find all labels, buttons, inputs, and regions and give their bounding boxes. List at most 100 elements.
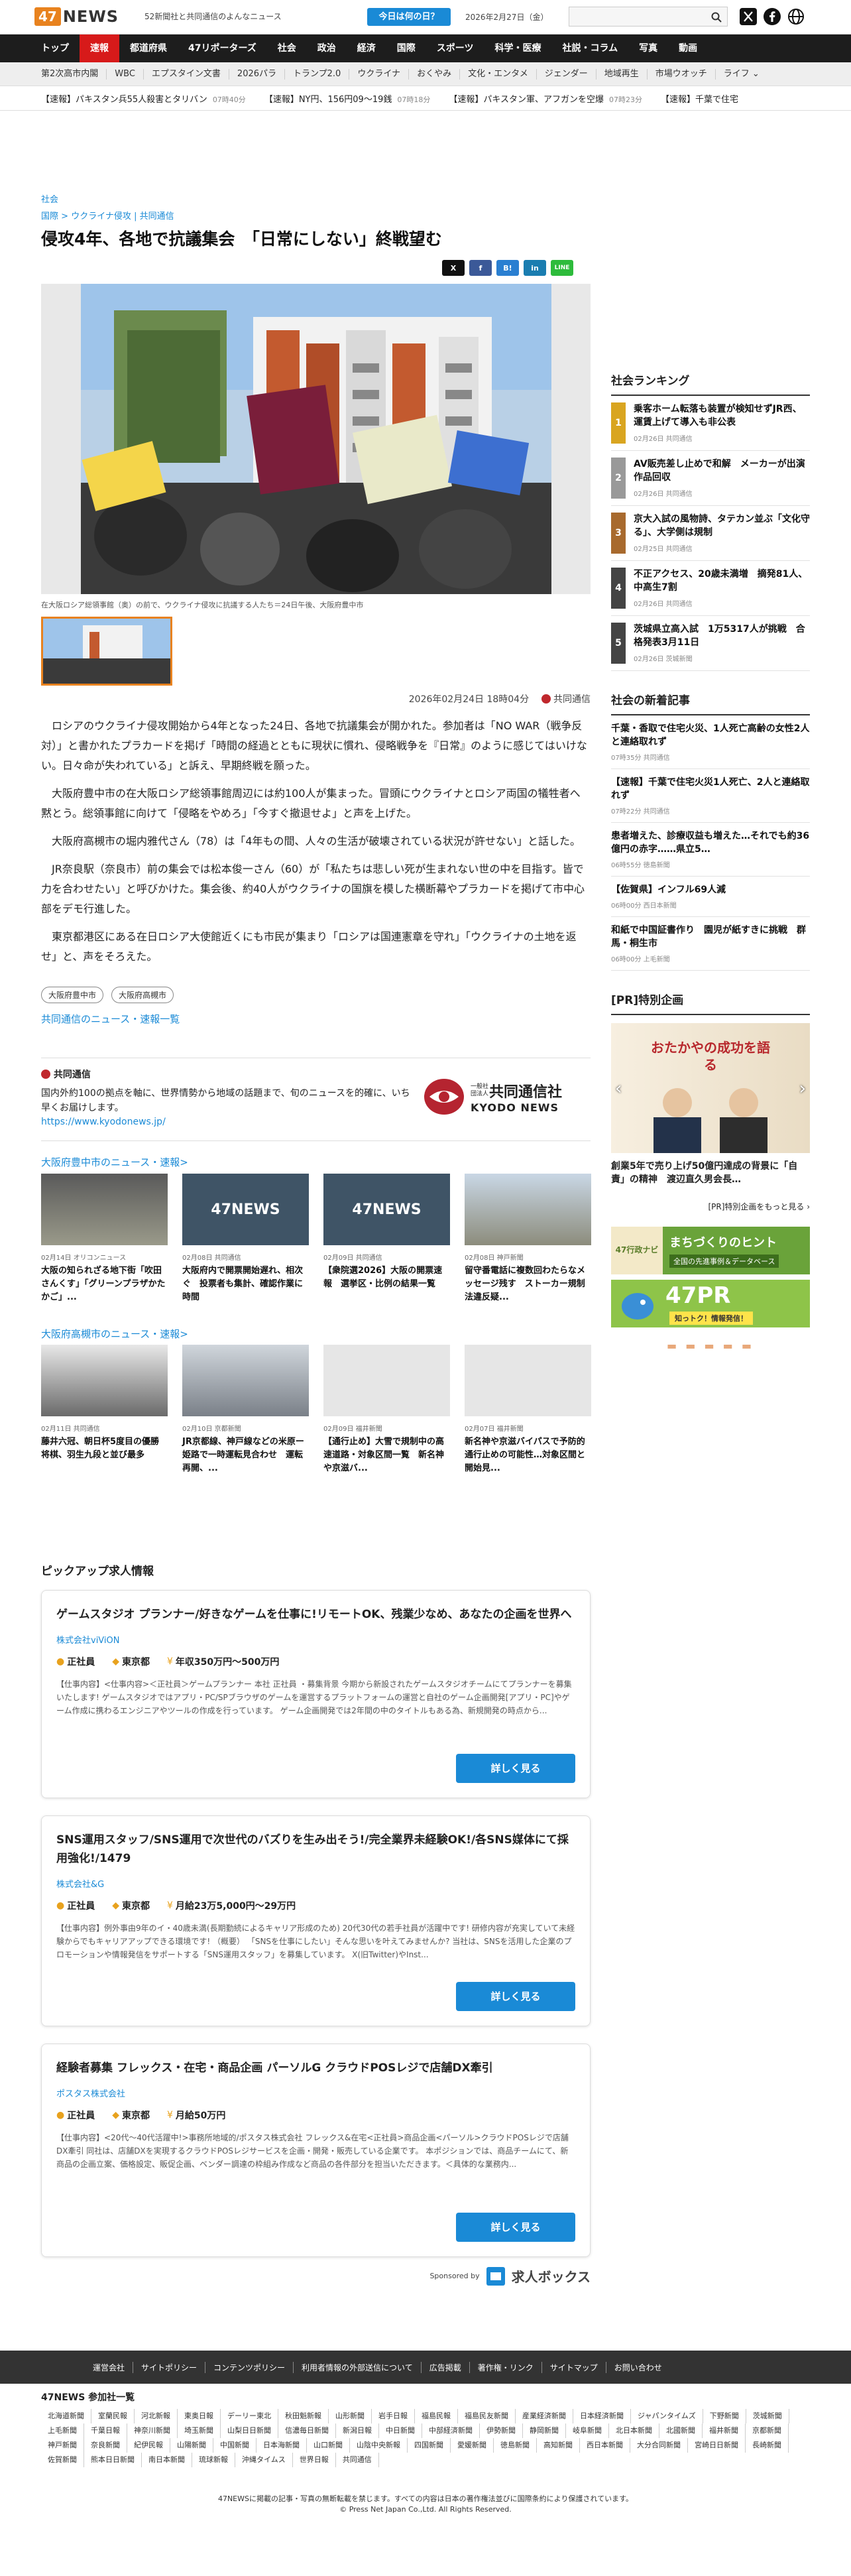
topic-link[interactable]: ジェンダー: [537, 68, 596, 80]
partner-link[interactable]: 伊勢新聞: [480, 2423, 523, 2438]
topic-link[interactable]: WBC: [107, 68, 144, 80]
partner-link[interactable]: 中国新聞: [213, 2438, 256, 2453]
partner-link[interactable]: 山梨日日新聞: [221, 2423, 278, 2438]
news-card[interactable]: 02月08日 神戸新聞 留守番電話に複数回わたらなメッセージ残す ストーカー規制…: [465, 1174, 591, 1304]
ad-banner-47pr[interactable]: 47PR 知っトク！情報発信！: [611, 1280, 810, 1327]
partner-link[interactable]: 中部経済新聞: [422, 2423, 480, 2438]
partner-link[interactable]: 埼玉新聞: [178, 2423, 221, 2438]
partner-link[interactable]: 新潟日報: [336, 2423, 379, 2438]
share-x-button[interactable]: X: [442, 260, 465, 276]
partner-link[interactable]: 岩手日報: [372, 2409, 415, 2423]
partner-link[interactable]: 京都新聞: [746, 2423, 789, 2438]
new-article[interactable]: 【速報】千葉で住宅火災1人死亡、2人と連絡取れず 07時22分 共同通信: [611, 769, 810, 823]
new-article[interactable]: 患者増えた、診療収益も増えた…それでも約36億円の赤字……県立5… 06時55分 …: [611, 823, 810, 877]
news-card[interactable]: 02月11日 共同通信 藤井六冠、朝日杯5度目の優勝 将棋、羽生九段と並び最多: [41, 1345, 168, 1475]
carousel-next-icon[interactable]: ›: [799, 1079, 806, 1099]
topic-link[interactable]: 第2次高市内閣: [34, 68, 107, 80]
x-icon[interactable]: [738, 7, 758, 27]
partner-link[interactable]: デーリー東北: [221, 2409, 278, 2423]
partner-link[interactable]: 世界日報: [293, 2453, 336, 2467]
ticker-item[interactable]: 【速報】パキスタン軍、アフガンを空爆 07時23分: [449, 92, 642, 105]
topic-link[interactable]: おくやみ: [409, 68, 461, 80]
news-card[interactable]: 02月14日 オリコンニュース 大阪の知られざる地下街「吹田さんくす」「グリーン…: [41, 1174, 168, 1304]
footer-link[interactable]: サイトマップ: [542, 2361, 606, 2373]
partner-link[interactable]: 共同通信: [336, 2453, 379, 2467]
facebook-icon[interactable]: [762, 7, 782, 27]
share-facebook-button[interactable]: f: [469, 260, 492, 276]
news-card[interactable]: 02月10日 京都新聞 JR京都線、神戸線などの米原ー姫路で一時運転見合わせ 運…: [182, 1345, 309, 1475]
share-line-button[interactable]: LINE: [551, 260, 573, 276]
pr-banner[interactable]: おたかやの成功を語る ‹ ›: [611, 1023, 810, 1153]
footer-link[interactable]: 利用者情報の外部送信について: [294, 2361, 422, 2373]
site-logo[interactable]: 47 NEWS: [34, 5, 119, 28]
partner-link[interactable]: 下野新聞: [703, 2409, 746, 2423]
footer-link[interactable]: 広告掲載: [422, 2361, 470, 2373]
globe-icon[interactable]: [786, 7, 806, 27]
ranking-item[interactable]: 5 茨城県立高入試 1万5317人が挑戦 合格発表3月11日 02月26日 茨城新…: [611, 616, 810, 671]
ranking-item[interactable]: 2 AV販売差し止めで和解 メーカーが出演作品回収 02月26日 共同通信: [611, 451, 810, 506]
breadcrumb-item[interactable]: ウクライナ侵攻: [71, 212, 131, 221]
partner-link[interactable]: 沖縄タイムス: [235, 2453, 293, 2467]
footer-link[interactable]: 運営会社: [85, 2361, 134, 2373]
nav-breaking[interactable]: 速報: [80, 34, 119, 62]
partner-link[interactable]: 山陽新聞: [170, 2438, 213, 2453]
partner-link[interactable]: 大分合同新聞: [630, 2438, 688, 2453]
hero-photo[interactable]: [41, 284, 591, 594]
topic-link[interactable]: 2026パラ: [229, 68, 286, 80]
toyonaka-section-title[interactable]: 大阪府豊中市のニュース・速報>: [41, 1155, 188, 1169]
partner-link[interactable]: 東奥日報: [178, 2409, 221, 2423]
nav-sports[interactable]: スポーツ: [426, 34, 484, 62]
partner-link[interactable]: 徳島新聞: [494, 2438, 537, 2453]
nav-photo[interactable]: 写真: [628, 34, 668, 62]
search-icon[interactable]: [711, 12, 722, 23]
job-detail-button[interactable]: 詳しく見る: [456, 1982, 575, 2011]
topic-link[interactable]: ライフ ⌄: [716, 69, 767, 80]
nav-video[interactable]: 動画: [668, 34, 708, 62]
partner-link[interactable]: 北海道新聞: [41, 2409, 91, 2423]
takatsuki-section-title[interactable]: 大阪府高槻市のニュース・速報>: [41, 1327, 188, 1341]
share-linkedin-button[interactable]: in: [524, 260, 546, 276]
article-category[interactable]: 社会: [41, 192, 591, 205]
partner-link[interactable]: 福島民友新聞: [458, 2409, 516, 2423]
partner-link[interactable]: 河北新報: [135, 2409, 178, 2423]
carousel-prev-icon[interactable]: ‹: [615, 1079, 622, 1099]
partner-link[interactable]: 千葉日報: [84, 2423, 127, 2438]
partner-link[interactable]: 岐阜新聞: [566, 2423, 609, 2438]
job-card[interactable]: 経験者募集 フレックス・在宅・商品企画 パーソルG クラウドPOSレジで店舗DX…: [41, 2044, 591, 2257]
search-input[interactable]: [569, 7, 728, 27]
partner-link[interactable]: 秋田魁新報: [278, 2409, 329, 2423]
tag-link[interactable]: 大阪府豊中市: [41, 987, 104, 1003]
tag-link[interactable]: 大阪府高槻市: [111, 987, 174, 1003]
topic-link[interactable]: 地域再生: [596, 68, 648, 80]
nav-economy[interactable]: 経済: [347, 34, 386, 62]
topic-link[interactable]: エプスタイン文書: [144, 68, 229, 80]
sponsor-name[interactable]: 求人ボックス: [512, 2266, 591, 2286]
kyodo-news-list-link[interactable]: 共同通信のニュース・速報一覧: [41, 1012, 180, 1026]
nav-society[interactable]: 社会: [267, 34, 307, 62]
nav-editorial[interactable]: 社説・コラム: [552, 34, 629, 62]
partner-link[interactable]: 宮崎日日新聞: [688, 2438, 746, 2453]
new-article[interactable]: 【佐賀県】インフル69人減 06時00分 西日本新聞: [611, 877, 810, 917]
partner-link[interactable]: 日本海新聞: [256, 2438, 307, 2453]
footer-link[interactable]: コンテンツポリシー: [205, 2361, 294, 2373]
ticker-item[interactable]: 【速報】NY円、156円09～19銭 07時18分: [264, 92, 431, 105]
news-card[interactable]: 47 NEWS 02月08日 共同通信 大阪府内で開票開始遅れ、相次ぐ 投票者も集…: [182, 1174, 309, 1304]
partner-link[interactable]: 紀伊民報: [127, 2438, 170, 2453]
publish-source[interactable]: 共同通信: [553, 694, 591, 705]
partner-link[interactable]: 琉球新報: [192, 2453, 235, 2467]
today-button[interactable]: 今日は何の日？: [367, 8, 451, 26]
job-card[interactable]: ゲームスタジオ プランナー/好きなゲームを仕事に!リモートOK、残業少なめ、あな…: [41, 1590, 591, 1798]
ticker-item[interactable]: 【速報】千葉で住宅: [661, 92, 738, 105]
ad-banner-machizukuri[interactable]: 47行政ナビ まちづくりのヒント 全国の先進事例＆データベース: [611, 1227, 810, 1274]
partner-link[interactable]: 神戸新聞: [41, 2438, 84, 2453]
pr-caption[interactable]: 創業5年で売り上げ50億円達成の背景に「自責」の精神 渡辺直久男会長…: [611, 1160, 810, 1186]
partner-link[interactable]: 室蘭民報: [91, 2409, 135, 2423]
partner-link[interactable]: 熊本日日新聞: [84, 2453, 142, 2467]
news-card[interactable]: 02月07日 福井新聞 新名神や京滋バイパスで予防的通行止めの可能性…対象区間と…: [465, 1345, 591, 1475]
partner-link[interactable]: 福島民報: [415, 2409, 458, 2423]
partner-link[interactable]: 北日本新聞: [609, 2423, 659, 2438]
partner-link[interactable]: 日本経済新聞: [573, 2409, 631, 2423]
partner-link[interactable]: 信濃毎日新聞: [278, 2423, 336, 2438]
partner-link[interactable]: ジャパンタイムズ: [631, 2409, 703, 2423]
partner-link[interactable]: 佐賀新聞: [41, 2453, 84, 2467]
